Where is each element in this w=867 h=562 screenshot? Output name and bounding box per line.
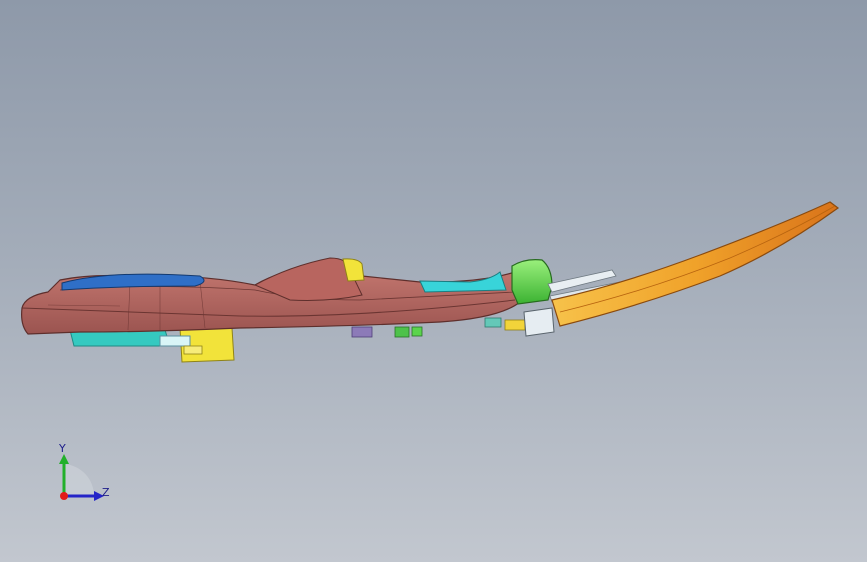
- yellow-bracket: [159, 327, 235, 363]
- green-block: [511, 259, 553, 305]
- cyan-seat: [419, 271, 507, 293]
- cad-model[interactable]: [0, 0, 867, 562]
- cad-viewport[interactable]: Y Z: [0, 0, 867, 562]
- orange-blade: [551, 201, 840, 327]
- main-body: [21, 261, 521, 335]
- axis-z-label: Z: [102, 486, 110, 499]
- axis-y-label: Y: [59, 442, 66, 455]
- coordinate-triad: Y Z: [48, 440, 118, 510]
